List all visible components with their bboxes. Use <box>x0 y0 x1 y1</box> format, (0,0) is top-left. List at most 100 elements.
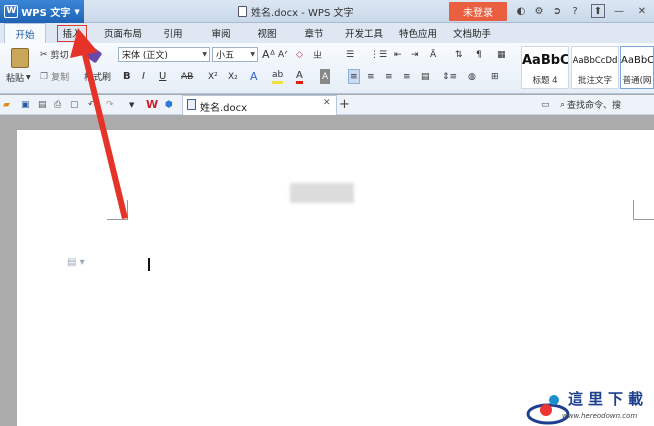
decrease-indent-icon[interactable]: ⇤ <box>394 47 402 62</box>
paragraph-handle-icon[interactable]: ▤ ▾ <box>67 257 85 268</box>
format-painter-icon[interactable] <box>85 46 103 64</box>
style-sample: AaBbC <box>621 55 653 66</box>
cut-label: 剪切 <box>50 51 69 61</box>
distribute-icon[interactable]: ▤ <box>421 69 430 84</box>
paste-label: 粘贴 <box>6 74 25 84</box>
highlight-box <box>57 25 87 42</box>
tab-view[interactable]: 视图 <box>252 23 282 43</box>
line-spacing-icon[interactable]: ⇕≡ <box>442 69 457 84</box>
copy-label: 复制 <box>51 73 70 83</box>
text-effect-icon[interactable]: A <box>250 69 258 84</box>
tab-home[interactable]: 开始 <box>4 23 46 43</box>
restore-ribbon-icon[interactable]: ⬆ <box>591 4 605 18</box>
app-menu-button[interactable]: W WPS 文字 ▼ <box>0 0 84 23</box>
numbered-list-icon[interactable]: ⋮☰ <box>370 47 387 62</box>
document-icon <box>187 99 196 110</box>
chinese-layout-icon[interactable]: Ä <box>430 47 436 62</box>
char-shading-icon[interactable]: A <box>320 69 331 84</box>
minimize-icon[interactable]: — <box>611 3 627 20</box>
align-right-icon[interactable]: ≡ <box>385 69 393 84</box>
open-icon[interactable]: ▰ <box>3 97 10 112</box>
strikethrough-icon[interactable]: AB <box>181 69 193 84</box>
cut-button[interactable]: ✂ 剪切 <box>40 47 69 62</box>
print-preview-icon[interactable]: ▢ <box>70 97 79 112</box>
increase-indent-icon[interactable]: ⇥ <box>411 47 419 62</box>
tab-references[interactable]: 引用 <box>158 23 188 43</box>
cloud-docs-icon[interactable]: ⬢ <box>165 97 173 112</box>
subscript-icon[interactable]: X₂ <box>228 69 238 84</box>
chevron-down-icon: ▼ <box>74 7 80 16</box>
scissors-icon: ✂ <box>40 49 48 60</box>
shrink-font-icon[interactable]: Aᐟ <box>278 47 288 62</box>
grow-font-icon[interactable]: Aᐞ <box>262 47 276 62</box>
close-tab-icon[interactable]: ✕ <box>323 98 331 108</box>
window-title: 姓名.docx - WPS 文字 <box>238 4 353 19</box>
font-name-select[interactable]: 宋体 (正文) ▼ <box>118 47 210 62</box>
chevron-down-icon[interactable]: ▼ <box>129 97 134 112</box>
tab-special[interactable]: 特色应用 <box>395 23 441 43</box>
undo-icon[interactable]: ↶ <box>88 97 96 112</box>
document-icon <box>238 6 247 17</box>
style-label: 普通(网 <box>622 76 652 86</box>
tab-review[interactable]: 审阅 <box>206 23 236 43</box>
show-hide-marks-icon[interactable]: ¶ <box>476 47 482 62</box>
style-sample: AaBbCcDd <box>572 56 618 66</box>
chevron-down-icon: ▼ <box>250 51 255 58</box>
wps-logo-icon: W <box>4 5 19 18</box>
share-icon[interactable]: ➲ <box>549 3 565 20</box>
close-icon[interactable]: ✕ <box>634 3 650 20</box>
redo-icon[interactable]: ↷ <box>106 97 114 112</box>
phonetic-icon[interactable]: ㄓ <box>313 47 322 62</box>
style-normal[interactable]: AaBbC 普通(网 <box>620 46 654 89</box>
search-command[interactable]: ⌕ 查找命令、搜 <box>560 97 621 112</box>
search-command-label: 查找命令、搜 <box>567 101 622 111</box>
highlight-color-icon[interactable]: ab <box>272 69 284 84</box>
window-mode-icon[interactable]: ▭ <box>541 97 550 112</box>
margin-corner-mark <box>127 200 128 220</box>
app-menu-label: WPS 文字 <box>21 8 71 19</box>
tab-page-layout[interactable]: 页面布局 <box>97 23 149 43</box>
copy-button[interactable]: ❐ 复制 <box>40 69 69 84</box>
skin-icon[interactable]: ◐ <box>513 3 529 20</box>
sort-icon[interactable]: ⇅ <box>455 47 463 62</box>
bold-icon[interactable]: B <box>123 69 131 84</box>
format-painter-button[interactable]: 格式刷 <box>84 69 111 84</box>
blurred-heading <box>290 183 354 203</box>
wps-home-icon[interactable]: W <box>146 97 158 112</box>
print-icon[interactable]: ⎙ <box>54 97 61 112</box>
border-icon[interactable]: ⊞ <box>491 69 499 84</box>
superscript-icon[interactable]: X² <box>208 69 218 84</box>
help-icon[interactable]: ? <box>567 3 583 20</box>
font-size-select[interactable]: 小五 ▼ <box>212 47 258 62</box>
italic-icon[interactable]: I <box>142 69 145 84</box>
table-icon[interactable]: ▦ <box>497 47 506 62</box>
copy-icon: ❐ <box>40 71 49 82</box>
underline-icon[interactable]: U <box>159 69 166 84</box>
tab-developer[interactable]: 开发工具 <box>341 23 387 43</box>
paste-button[interactable]: 粘贴 ▼ <box>6 70 31 85</box>
clear-format-icon[interactable]: ◇ <box>296 47 303 62</box>
bullet-list-icon[interactable]: ☰ <box>346 47 354 62</box>
settings-icon[interactable]: ⚙ <box>531 3 547 20</box>
document-tab[interactable]: 姓名.docx ✕ <box>182 95 337 115</box>
save-icon[interactable]: ▣ <box>21 97 30 112</box>
new-tab-icon[interactable]: + <box>339 97 350 112</box>
tab-doc-assistant[interactable]: 文档助手 <box>449 23 495 43</box>
search-icon: ⌕ <box>560 99 566 110</box>
document-page[interactable] <box>17 130 654 426</box>
font-color-icon[interactable]: A <box>296 69 303 84</box>
justify-icon[interactable]: ≡ <box>403 69 411 84</box>
document-tab-label: 姓名.docx <box>200 103 248 114</box>
window-title-text: 姓名.docx - WPS 文字 <box>251 8 354 19</box>
tab-sections[interactable]: 章节 <box>299 23 329 43</box>
style-comment-text[interactable]: AaBbCcDd 批注文字 <box>571 46 619 89</box>
export-pdf-icon[interactable]: ▤ <box>38 97 47 112</box>
shading-icon[interactable]: ◍ <box>468 69 476 84</box>
font-size-value: 小五 <box>216 51 235 61</box>
style-sample: AaBbC <box>522 53 568 68</box>
style-heading-4[interactable]: AaBbC 标题 4 <box>521 46 569 89</box>
paste-icon[interactable] <box>8 47 32 69</box>
login-button[interactable]: 未登录 <box>449 2 507 21</box>
align-left-icon[interactable]: ≡ <box>348 69 360 84</box>
align-center-icon[interactable]: ≡ <box>367 69 375 84</box>
